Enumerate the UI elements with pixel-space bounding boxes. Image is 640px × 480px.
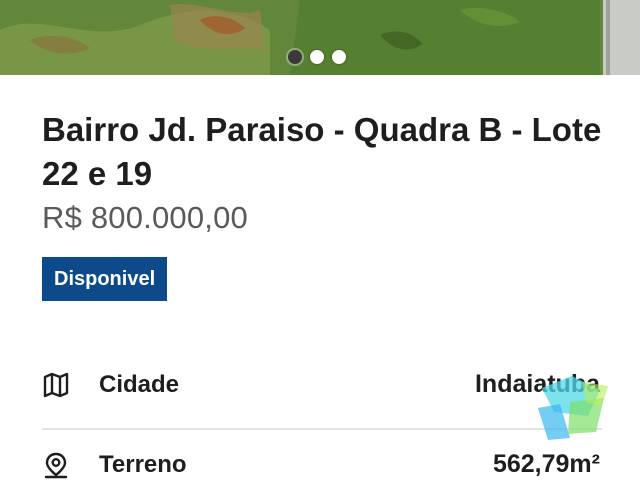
status-badge: Disponivel [42,257,168,301]
row-divider [42,428,602,430]
listing-page: Bairro Jd. Paraiso - Quadra B - Lote 22 … [0,0,640,480]
listing-price: R$ 800.000,00 [42,200,248,235]
listing-title: Bairro Jd. Paraiso - Quadra B - Lote 22 … [42,111,602,192]
carousel-dot-active[interactable] [310,50,324,64]
detail-row-city: Cidade Indaiatuba [42,362,602,412]
carousel-dot[interactable] [332,50,346,64]
detail-value: 562,79m² [492,450,600,478]
watermark-logo [538,376,608,440]
detail-label: Terreno [99,451,187,478]
location-pin-icon [44,452,68,479]
property-photo-carousel[interactable] [0,0,640,75]
carousel-dot[interactable] [288,50,302,64]
detail-row-land: Terreno 562,79m² [42,442,602,480]
map-icon [43,372,69,398]
carousel-indicators [288,50,346,64]
detail-label: Cidade [99,371,180,398]
